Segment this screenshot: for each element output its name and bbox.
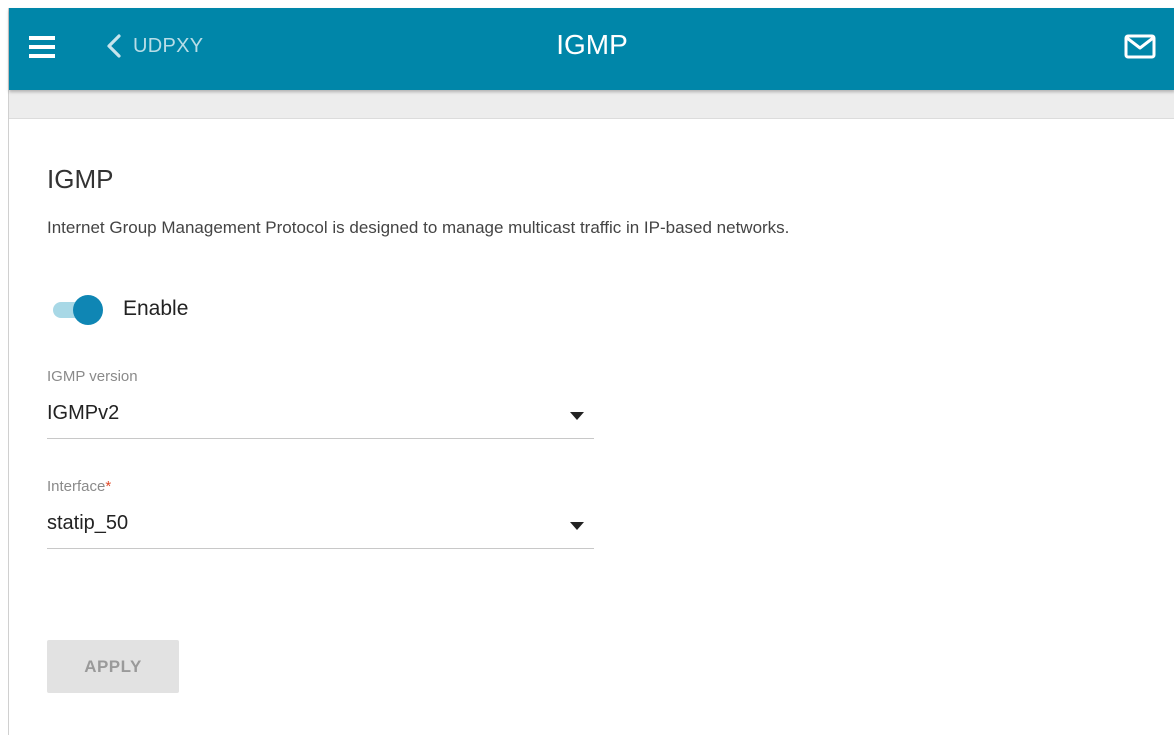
igmp-version-select[interactable]: IGMP version IGMPv2 (47, 368, 594, 439)
mail-icon[interactable] (1123, 32, 1157, 62)
section-description: Internet Group Management Protocol is de… (47, 218, 790, 237)
enable-toggle-row[interactable]: Enable (53, 294, 189, 325)
enable-toggle-label: Enable (123, 297, 189, 320)
igmp-version-value: IGMPv2 (47, 402, 120, 424)
toggle-knob (73, 295, 103, 325)
caret-down-icon (570, 412, 584, 420)
apply-button[interactable]: APPLY (47, 640, 179, 693)
top-bar: UDPXY IGMP (9, 8, 1174, 90)
required-mark: * (105, 478, 112, 495)
sub-bar (9, 90, 1174, 119)
igmp-version-label: IGMP version (47, 368, 138, 385)
section-title: IGMP (47, 164, 114, 194)
page-title: IGMP (556, 29, 628, 60)
caret-down-icon (570, 522, 584, 530)
interface-label: Interface* (47, 478, 111, 495)
app-window: UDPXY IGMP IGMP Internet Group Managemen… (8, 8, 1174, 735)
enable-toggle[interactable] (53, 294, 103, 325)
interface-value: statip_50 (47, 512, 129, 534)
interface-label-text: Interface (47, 478, 106, 495)
interface-select[interactable]: Interface* statip_50 (47, 478, 594, 549)
